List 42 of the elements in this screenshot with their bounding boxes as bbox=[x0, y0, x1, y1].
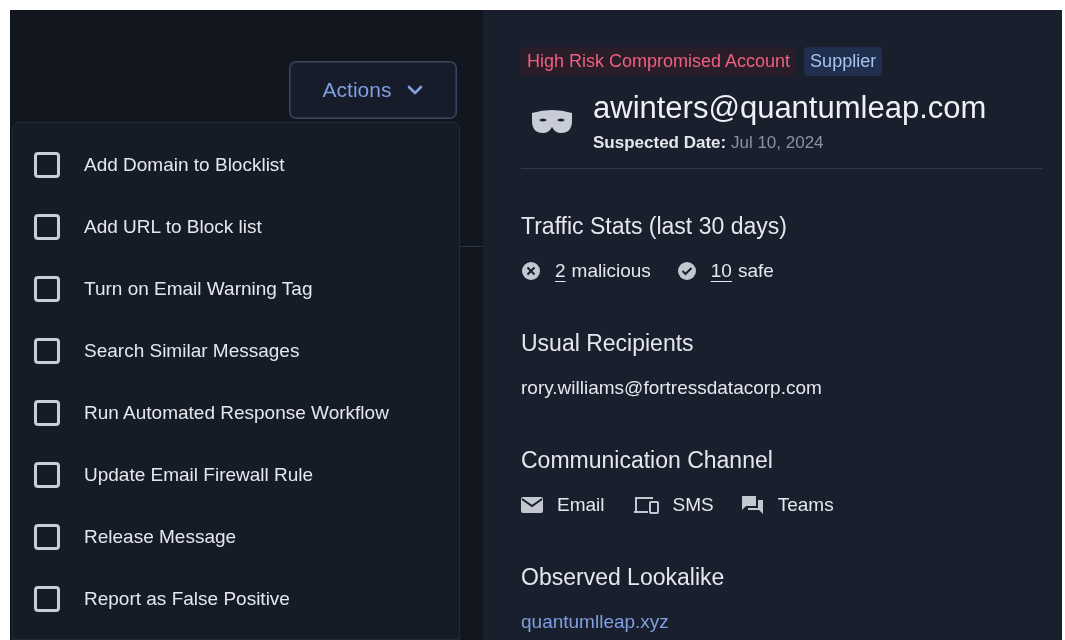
chevron-down-icon bbox=[407, 85, 424, 95]
stat-count-link[interactable]: 2 bbox=[555, 257, 566, 286]
channel-label: Teams bbox=[777, 493, 834, 517]
menu-item-label[interactable]: Release Message bbox=[84, 522, 237, 552]
section-heading: Traffic Stats (last 30 days) bbox=[521, 211, 788, 241]
channel-label: SMS bbox=[672, 493, 714, 517]
menu-item-label[interactable]: Turn on Email Warning Tag bbox=[84, 274, 313, 304]
section-heading: Observed Lookalike bbox=[521, 562, 726, 592]
account-email: awinters@quantumleap.com bbox=[593, 89, 987, 127]
channel-label: Email bbox=[557, 493, 605, 517]
menu-item-label[interactable]: Search Similar Messages bbox=[84, 336, 300, 366]
x-circle-icon bbox=[521, 261, 541, 282]
menu-item-label[interactable]: Run Automated Response Workflow bbox=[84, 398, 389, 428]
suspected-date-value: Jul 10, 2024 bbox=[730, 133, 824, 152]
checkbox[interactable] bbox=[34, 214, 60, 240]
menu-item-label[interactable]: Update Email Firewall Rule bbox=[84, 460, 314, 490]
checkbox[interactable] bbox=[34, 152, 60, 178]
chat-bubbles-icon bbox=[741, 495, 764, 516]
checkbox[interactable] bbox=[34, 524, 60, 550]
envelope-icon bbox=[521, 496, 543, 515]
checkbox[interactable] bbox=[34, 462, 60, 488]
checkbox[interactable] bbox=[34, 400, 60, 426]
suspected-date-label: Suspected Date: bbox=[593, 133, 727, 152]
check-circle-icon bbox=[676, 261, 697, 282]
actions-dropdown-button[interactable]: Actions bbox=[290, 62, 456, 118]
stat-count-link[interactable]: 10 bbox=[710, 257, 732, 286]
menu-item-label[interactable]: Add URL to Block list bbox=[84, 212, 262, 242]
checkbox[interactable] bbox=[34, 338, 60, 364]
checkbox[interactable] bbox=[34, 276, 60, 302]
lookalike-link[interactable]: quantumlleap.xyz bbox=[521, 608, 669, 637]
recipient-email: rory.williams@fortressdatacorp.com bbox=[521, 376, 823, 400]
devices-icon bbox=[632, 496, 659, 515]
menu-item-label[interactable]: Report as False Positive bbox=[84, 584, 290, 614]
section-heading: Usual Recipients bbox=[521, 328, 695, 358]
checkbox[interactable] bbox=[34, 586, 60, 612]
mask-icon bbox=[531, 109, 573, 135]
menu-item-label[interactable]: Add Domain to Blocklist bbox=[84, 150, 285, 180]
tag: Supplier bbox=[804, 47, 883, 76]
tag: High Risk Compromised Account bbox=[521, 47, 797, 76]
stat-label: safe bbox=[737, 259, 774, 283]
section-heading: Communication Channel bbox=[521, 445, 774, 475]
stat-label: malicious bbox=[571, 259, 651, 283]
